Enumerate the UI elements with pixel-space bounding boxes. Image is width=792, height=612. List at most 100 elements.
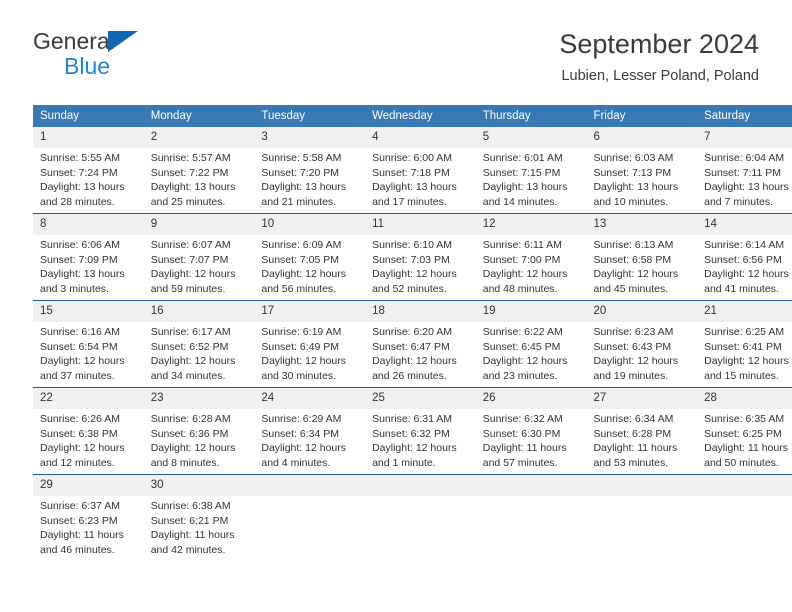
daylight-text-line1: Daylight: 12 hours: [372, 355, 457, 368]
calendar-day-cell[interactable]: 23 Sunrise: 6:28 AM Sunset: 6:36 PM Dayligh…: [143, 387, 255, 475]
calendar-day-cell[interactable]: 10 Sunrise: 6:09 AM Sunset: 7:05 PM Dayligh…: [254, 213, 366, 301]
sunrise-text: Sunrise: 6:09 AM: [261, 239, 342, 251]
calendar-week-row: 1 Sunrise: 5:55 AM Sunset: 7:24 PM Daylight…: [33, 127, 792, 214]
daylight-text-line2: and 10 minutes.: [593, 195, 669, 208]
daylight-text-line2: and 48 minutes.: [482, 282, 558, 295]
day-number: 1: [33, 127, 144, 148]
calendar-day-cell[interactable]: 22 Sunrise: 6:26 AM Sunset: 6:38 PM Dayligh…: [33, 387, 144, 475]
calendar-day-cell[interactable]: 6 Sunrise: 6:03 AM Sunset: 7:13 PM Daylight…: [586, 127, 698, 214]
calendar-week-row: 15 Sunrise: 6:16 AM Sunset: 6:54 PM Dayligh…: [33, 300, 792, 388]
daylight-text-line1: Daylight: 12 hours: [704, 355, 789, 368]
calendar-day-cell[interactable]: 30 Sunrise: 6:38 AM Sunset: 6:21 PM Dayligh…: [143, 474, 255, 561]
daylight-text-line1: Daylight: 12 hours: [593, 355, 679, 368]
calendar-day-cell[interactable]: 26 Sunrise: 6:32 AM Sunset: 6:30 PM Dayligh…: [475, 387, 587, 475]
day-details: [365, 496, 476, 499]
calendar-grid: Sunday Monday Tuesday Wednesday Thursday…: [33, 105, 792, 561]
day-details: Sunrise: 6:32 AM Sunset: 6:30 PM Daylight:…: [476, 409, 587, 470]
calendar-day-cell[interactable]: 24 Sunrise: 6:29 AM Sunset: 6:34 PM Dayligh…: [254, 387, 366, 475]
daylight-text-line1: Daylight: 13 hours: [593, 181, 679, 194]
day-number: [475, 475, 587, 496]
day-number: 14: [697, 214, 792, 235]
daylight-text-line1: Daylight: 12 hours: [482, 355, 568, 368]
sunset-text: Sunset: 7:18 PM: [372, 166, 450, 179]
calendar-day-cell[interactable]: 21 Sunrise: 6:25 AM Sunset: 6:41 PM Dayligh…: [697, 300, 792, 388]
day-number: 19: [475, 301, 587, 322]
brand-logo[interactable]: General Blue: [33, 28, 253, 86]
day-details: Sunrise: 6:10 AM Sunset: 7:03 PM Daylight:…: [365, 235, 476, 296]
day-details: Sunrise: 6:35 AM Sunset: 6:25 PM Daylight:…: [697, 409, 792, 470]
day-number: 15: [33, 301, 144, 322]
day-details: Sunrise: 6:37 AM Sunset: 6:23 PM Daylight:…: [33, 496, 144, 557]
calendar-day-cell-empty: [697, 474, 792, 561]
daylight-text-line2: and 37 minutes.: [40, 369, 115, 382]
daylight-text-line1: Daylight: 12 hours: [372, 268, 457, 281]
day-details: [586, 496, 697, 499]
day-details: Sunrise: 5:55 AM Sunset: 7:24 PM Daylight:…: [33, 148, 144, 209]
calendar-day-cell[interactable]: 25 Sunrise: 6:31 AM Sunset: 6:32 PM Dayligh…: [365, 387, 476, 475]
sunrise-text: Sunrise: 6:34 AM: [593, 413, 674, 425]
day-number: [697, 475, 792, 496]
calendar-day-cell[interactable]: 20 Sunrise: 6:23 AM Sunset: 6:43 PM Dayligh…: [586, 300, 698, 388]
calendar-day-cell[interactable]: 17 Sunrise: 6:19 AM Sunset: 6:49 PM Dayligh…: [254, 300, 366, 388]
calendar-day-cell[interactable]: 28 Sunrise: 6:35 AM Sunset: 6:25 PM Dayligh…: [697, 387, 792, 475]
day-details: Sunrise: 6:09 AM Sunset: 7:05 PM Daylight:…: [254, 235, 365, 296]
sunset-text: Sunset: 6:52 PM: [150, 340, 229, 353]
sunrise-text: Sunrise: 6:13 AM: [593, 239, 674, 251]
day-number: 6: [586, 127, 698, 148]
day-details: Sunrise: 6:19 AM Sunset: 6:49 PM Daylight:…: [254, 322, 365, 383]
calendar-day-cell[interactable]: 12 Sunrise: 6:11 AM Sunset: 7:00 PM Dayligh…: [475, 213, 587, 301]
calendar-day-cell[interactable]: 3 Sunrise: 5:58 AM Sunset: 7:20 PM Daylight…: [254, 127, 366, 214]
sunset-text: Sunset: 6:23 PM: [40, 514, 118, 527]
daylight-text-line1: Daylight: 13 hours: [482, 181, 568, 194]
calendar-day-cell-empty: [475, 474, 587, 561]
calendar-day-cell[interactable]: 14 Sunrise: 6:14 AM Sunset: 6:56 PM Dayligh…: [697, 213, 792, 301]
day-details: Sunrise: 6:23 AM Sunset: 6:43 PM Daylight:…: [586, 322, 697, 383]
calendar-day-cell[interactable]: 8 Sunrise: 6:06 AM Sunset: 7:09 PM Daylight…: [33, 213, 144, 301]
day-number: 21: [697, 301, 792, 322]
calendar-day-cell[interactable]: 1 Sunrise: 5:55 AM Sunset: 7:24 PM Daylight…: [33, 127, 144, 214]
sunset-text: Sunset: 6:54 PM: [40, 340, 118, 353]
calendar-day-cell[interactable]: 5 Sunrise: 6:01 AM Sunset: 7:15 PM Daylight…: [475, 127, 587, 214]
day-details: Sunrise: 6:20 AM Sunset: 6:47 PM Daylight:…: [365, 322, 476, 383]
calendar-day-cell[interactable]: 2 Sunrise: 5:57 AM Sunset: 7:22 PM Daylight…: [143, 127, 255, 214]
day-details: Sunrise: 6:04 AM Sunset: 7:11 PM Daylight:…: [697, 148, 792, 209]
calendar-day-cell[interactable]: 7 Sunrise: 6:04 AM Sunset: 7:11 PM Daylight…: [697, 127, 792, 214]
day-number: 27: [586, 388, 698, 409]
sunset-text: Sunset: 7:22 PM: [150, 166, 229, 179]
calendar-day-cell[interactable]: 18 Sunrise: 6:20 AM Sunset: 6:47 PM Dayligh…: [365, 300, 476, 388]
day-number: 28: [697, 388, 792, 409]
day-number: 20: [586, 301, 698, 322]
daylight-text-line2: and 14 minutes.: [482, 195, 558, 208]
sunrise-text: Sunrise: 6:31 AM: [372, 413, 453, 425]
calendar-day-cell-empty: [365, 474, 476, 561]
calendar-day-cell[interactable]: 15 Sunrise: 6:16 AM Sunset: 6:54 PM Dayligh…: [33, 300, 144, 388]
calendar-day-cell[interactable]: 4 Sunrise: 6:00 AM Sunset: 7:18 PM Daylight…: [365, 127, 476, 214]
calendar-day-cell[interactable]: 27 Sunrise: 6:34 AM Sunset: 6:28 PM Dayligh…: [586, 387, 698, 475]
day-number: 9: [143, 214, 255, 235]
sunset-text: Sunset: 7:03 PM: [372, 253, 450, 266]
weekday-header-tuesday: Tuesday: [254, 105, 366, 127]
day-details: Sunrise: 6:28 AM Sunset: 6:36 PM Daylight:…: [144, 409, 255, 470]
sunrise-text: Sunrise: 6:26 AM: [40, 413, 120, 425]
calendar-day-cell[interactable]: 11 Sunrise: 6:10 AM Sunset: 7:03 PM Dayligh…: [365, 213, 476, 301]
calendar-day-cell[interactable]: 16 Sunrise: 6:17 AM Sunset: 6:52 PM Dayligh…: [143, 300, 255, 388]
daylight-text-line2: and 42 minutes.: [150, 543, 226, 556]
day-details: Sunrise: 6:03 AM Sunset: 7:13 PM Daylight:…: [586, 148, 697, 209]
daylight-text-line2: and 4 minutes.: [261, 456, 331, 469]
calendar-day-cell[interactable]: 19 Sunrise: 6:22 AM Sunset: 6:45 PM Dayligh…: [475, 300, 587, 388]
day-number: [254, 475, 366, 496]
day-number: [365, 475, 476, 496]
calendar-day-cell[interactable]: 9 Sunrise: 6:07 AM Sunset: 7:07 PM Daylight…: [143, 213, 255, 301]
calendar-day-cell[interactable]: 29 Sunrise: 6:37 AM Sunset: 6:23 PM Dayligh…: [33, 474, 144, 561]
weekday-header-friday: Friday: [586, 105, 698, 127]
sunrise-text: Sunrise: 6:28 AM: [150, 413, 231, 425]
day-number: 4: [365, 127, 476, 148]
daylight-text-line2: and 30 minutes.: [261, 369, 337, 382]
calendar-header-row: Sunday Monday Tuesday Wednesday Thursday…: [33, 105, 792, 127]
sunrise-text: Sunrise: 5:57 AM: [150, 152, 231, 164]
sunrise-text: Sunrise: 6:35 AM: [704, 413, 785, 425]
calendar-day-cell[interactable]: 13 Sunrise: 6:13 AM Sunset: 6:58 PM Dayligh…: [586, 213, 698, 301]
day-details: Sunrise: 6:26 AM Sunset: 6:38 PM Daylight:…: [33, 409, 144, 470]
sunrise-text: Sunrise: 6:14 AM: [704, 239, 785, 251]
daylight-text-line1: Daylight: 13 hours: [261, 181, 347, 194]
